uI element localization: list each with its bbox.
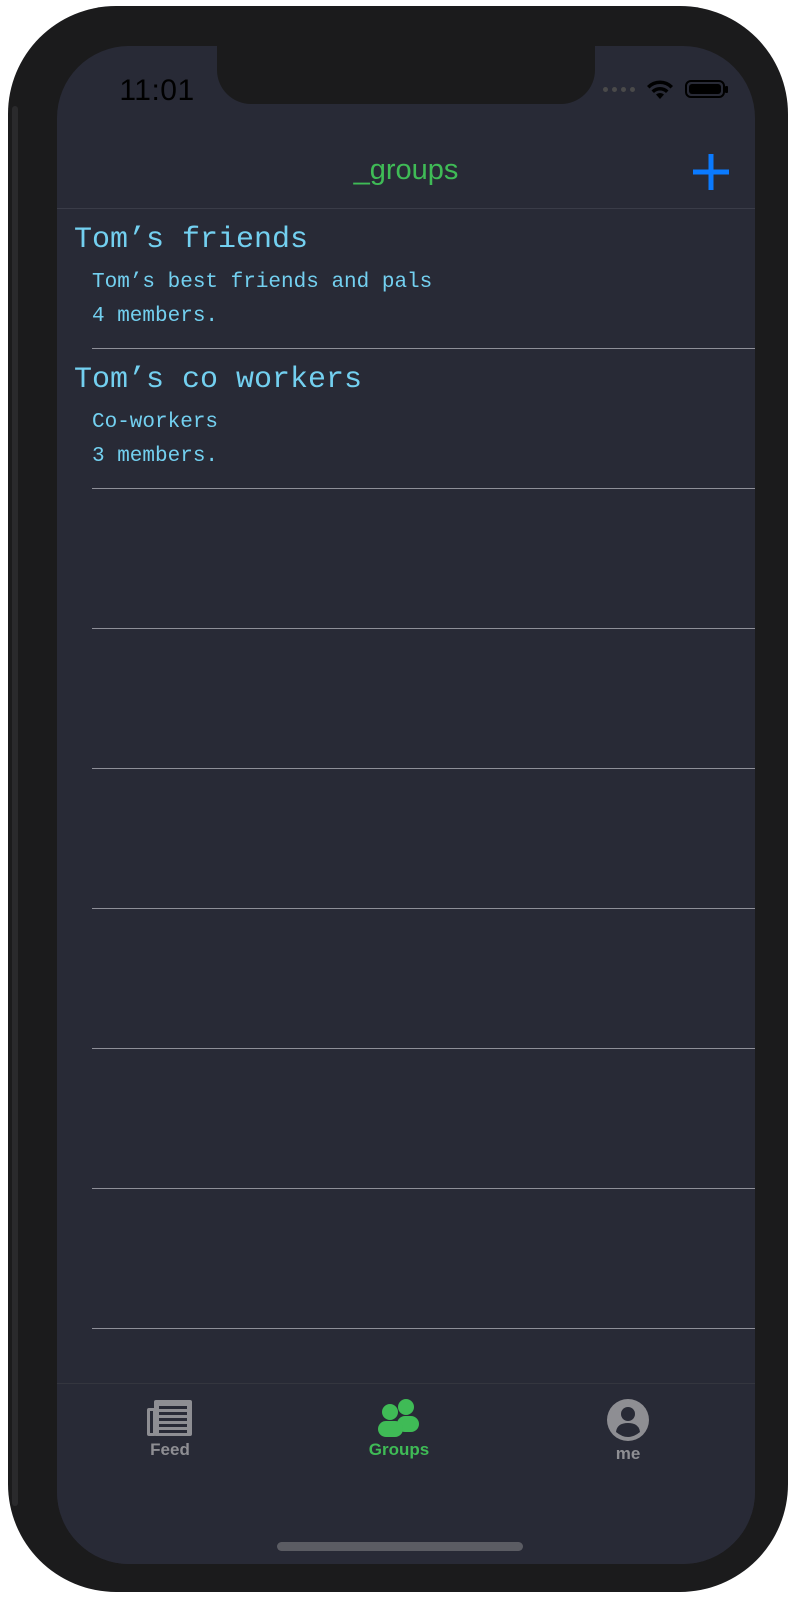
- row-separator: [92, 1328, 755, 1329]
- add-group-button[interactable]: [689, 150, 733, 194]
- page-title: _groups: [353, 154, 459, 186]
- tab-feed[interactable]: Feed: [90, 1398, 250, 1460]
- tab-me[interactable]: me: [548, 1398, 708, 1464]
- newspaper-icon: [147, 1400, 192, 1436]
- screen: 11:01 _groups Tom’s friends Tom’s best f…: [57, 46, 755, 1564]
- status-icons: [603, 78, 728, 100]
- tab-label-me: me: [615, 1444, 641, 1463]
- tab-label-groups: Groups: [368, 1440, 430, 1459]
- empty-row: [57, 1189, 755, 1329]
- navigation-bar: _groups: [57, 146, 755, 209]
- empty-row: [57, 629, 755, 769]
- group-member-count: 3 members.: [92, 445, 219, 468]
- phone-frame: 11:01 _groups Tom’s friends Tom’s best f…: [8, 6, 788, 1592]
- group-name: Tom’s friends: [74, 223, 309, 257]
- empty-row: [57, 1049, 755, 1189]
- groups-list: Tom’s friends Tom’s best friends and pal…: [57, 209, 755, 1329]
- empty-row: [57, 909, 755, 1049]
- groups-icon: [378, 1399, 419, 1437]
- status-time: 11:01: [119, 74, 195, 107]
- group-description: Co-workers: [92, 411, 219, 434]
- group-row[interactable]: Tom’s co workers Co-workers 3 members.: [57, 349, 755, 489]
- tab-label-feed: Feed: [150, 1440, 190, 1459]
- group-member-count: 4 members.: [92, 305, 219, 328]
- wifi-icon: [647, 80, 673, 99]
- plus-icon: [693, 154, 729, 190]
- group-description: Tom’s best friends and pals: [92, 271, 433, 294]
- empty-row: [57, 769, 755, 909]
- cellular-signal-icon: [603, 86, 635, 92]
- group-row[interactable]: Tom’s friends Tom’s best friends and pal…: [57, 209, 755, 349]
- battery-icon: [685, 80, 728, 98]
- empty-row: [57, 489, 755, 629]
- user-circle-icon: [607, 1399, 649, 1441]
- phone-side-edge: [12, 106, 18, 1506]
- notch: [217, 46, 595, 104]
- home-indicator[interactable]: [277, 1542, 523, 1551]
- tab-bar: Feed Groups me: [57, 1383, 755, 1564]
- tab-groups[interactable]: Groups: [319, 1398, 479, 1460]
- group-name: Tom’s co workers: [74, 363, 363, 397]
